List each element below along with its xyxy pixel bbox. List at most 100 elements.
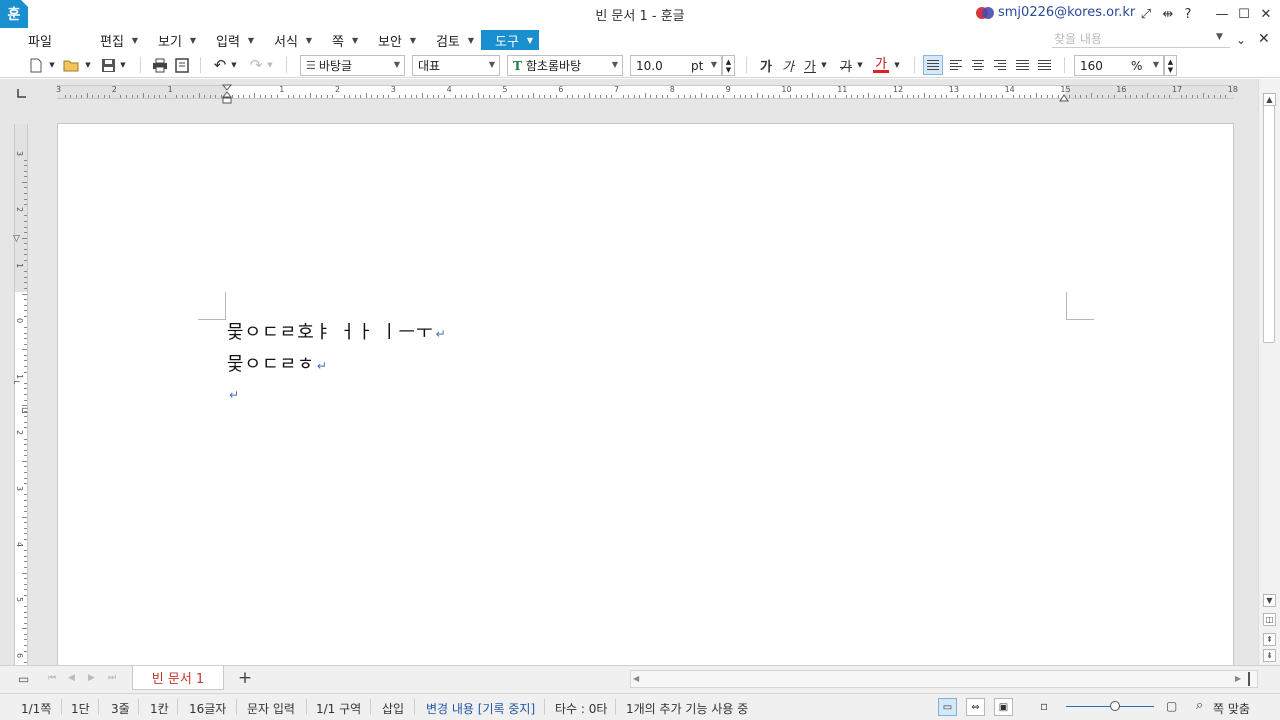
zoom-slider-handle[interactable] <box>1110 701 1120 711</box>
document-line[interactable]: ↵ <box>227 383 240 404</box>
vertical-scrollbar[interactable]: ▲ ▼ ◫ ⇞ ⇟ <box>1258 79 1280 665</box>
user-email[interactable]: smj0226@kores.or.kr <box>998 5 1135 20</box>
ruler-corner-icon[interactable] <box>14 86 28 100</box>
stepper-down-icon[interactable]: ▼ <box>726 66 731 74</box>
next-page-icon[interactable]: ⇟ <box>1263 649 1276 662</box>
stepper-up-icon[interactable]: ▲ <box>1168 58 1173 66</box>
menu-security[interactable]: 보안 ▼ <box>378 30 416 50</box>
split-view-icon[interactable]: ⇹ <box>1160 6 1176 22</box>
status-track-changes[interactable]: 변경 내용 [기록 중지] <box>426 700 535 717</box>
undo-icon[interactable]: ↶ <box>210 55 230 75</box>
full-page-view-button[interactable]: ▣ <box>994 698 1013 716</box>
status-insert-mode[interactable]: 삽입 <box>382 700 404 717</box>
app-logo-icon[interactable]: 훈 <box>0 0 28 28</box>
chevron-down-icon[interactable]: ▼ <box>84 55 92 75</box>
ribbon-collapse-icon[interactable]: ⌄ <box>1236 33 1246 47</box>
add-tab-button[interactable]: + <box>236 668 254 688</box>
page-view-icon[interactable]: ◫ <box>1263 613 1276 626</box>
open-folder-icon[interactable] <box>62 55 82 75</box>
previous-page-icon[interactable]: ⇞ <box>1263 633 1276 646</box>
vertical-ruler[interactable]: 3210123456 <box>14 124 28 665</box>
fit-page-button[interactable]: 쪽 맞춤 <box>1213 700 1250 717</box>
close-icon[interactable]: ✕ <box>1258 6 1274 22</box>
strikethrough-button[interactable]: 가 <box>838 55 854 75</box>
minimize-icon[interactable]: — <box>1214 6 1230 22</box>
find-input[interactable]: 찾을 내용 <box>1052 30 1230 48</box>
chevron-down-icon[interactable]: ▼ <box>893 55 901 75</box>
italic-button[interactable]: 가 <box>780 55 796 75</box>
first-tab-icon[interactable]: ⏮ <box>48 673 56 683</box>
align-center-button[interactable] <box>968 55 988 75</box>
zoom-in-icon[interactable]: ▢ <box>1166 699 1177 713</box>
row-marker-icon[interactable]: ⊏ <box>21 406 31 418</box>
fullscreen-icon[interactable]: ⤢ <box>1138 6 1154 22</box>
menu-page[interactable]: 쪽 ▼ <box>332 30 358 50</box>
menu-insert[interactable]: 입력 ▼ <box>216 30 254 50</box>
zoom-select[interactable]: 160 % ▼ <box>1074 55 1164 76</box>
print-preview-icon[interactable] <box>172 55 192 75</box>
align-justify-button[interactable] <box>923 55 943 75</box>
menu-tools[interactable]: 도구 ▼ <box>481 30 540 50</box>
chevron-down-icon[interactable]: ▼ <box>266 55 274 75</box>
new-document-icon[interactable] <box>28 55 44 75</box>
last-tab-icon[interactable]: ⏭ <box>108 673 116 683</box>
scrollbar-thumb[interactable] <box>1263 105 1275 343</box>
status-input-mode[interactable]: 문자 입력 <box>247 700 295 717</box>
help-icon[interactable]: ? <box>1180 6 1196 22</box>
font-select[interactable]: T 함초롬바탕 ▼ <box>507 55 623 76</box>
split-handle-icon[interactable] <box>1248 672 1254 686</box>
prev-tab-icon[interactable]: ◀ <box>68 673 75 683</box>
bold-button[interactable]: 가 <box>758 55 774 75</box>
normal-view-button[interactable]: ▭ <box>938 698 957 716</box>
tab-document[interactable]: 빈 문서 1 <box>132 666 224 690</box>
close-document-icon[interactable]: ✕ <box>1258 31 1270 47</box>
zoom-stepper[interactable]: ▲ ▼ <box>1164 55 1177 76</box>
horizontal-scrollbar[interactable]: ◀ ▶ <box>630 670 1258 688</box>
align-distribute-button[interactable] <box>1012 55 1032 75</box>
width-view-button[interactable]: ⇔ <box>966 698 985 716</box>
stepper-down-icon[interactable]: ▼ <box>1168 66 1173 74</box>
next-tab-icon[interactable]: ▶ <box>88 673 95 683</box>
stepper-up-icon[interactable]: ▲ <box>726 58 731 66</box>
align-right-button[interactable] <box>990 55 1010 75</box>
indent-marker-icon[interactable] <box>221 84 233 106</box>
status-page[interactable]: 1/1쪽 <box>21 700 51 717</box>
zoom-out-icon[interactable]: ▫ <box>1040 699 1048 713</box>
menu-view[interactable]: 보기 ▼ <box>158 30 196 50</box>
underline-button[interactable]: 가 <box>802 55 818 75</box>
print-icon[interactable] <box>150 55 170 75</box>
user-account[interactable]: smj0226@kores.or.kr <box>976 5 1135 20</box>
horizontal-ruler[interactable]: 3 2 1 1 2 3 4 5 6 7 8 9 10 11 12 13 14 15 16 17 18 <box>56 85 1238 99</box>
right-indent-marker-icon[interactable] <box>1059 92 1069 102</box>
menu-edit[interactable]: 편집 ▼ <box>100 30 138 50</box>
status-addons[interactable]: 1개의 추가 기능 사용 중 <box>626 700 748 717</box>
tab-list-icon[interactable]: ▭ <box>18 672 29 686</box>
top-margin-marker-icon[interactable]: ▽ <box>13 234 23 246</box>
font-size-stepper[interactable]: ▲ ▼ <box>722 55 735 76</box>
chevron-down-icon[interactable]: ▼ <box>820 55 828 75</box>
document-line[interactable]: 뭋ㅇㄷㄹㅎ ↵ <box>227 350 328 376</box>
align-divide-button[interactable] <box>1034 55 1054 75</box>
save-icon[interactable] <box>99 55 117 75</box>
chevron-down-icon[interactable]: ▼ <box>856 55 864 75</box>
menu-review[interactable]: 검토 ▼ <box>436 30 474 50</box>
scroll-right-icon[interactable]: ▶ <box>1235 674 1241 683</box>
scroll-left-icon[interactable]: ◀ <box>633 674 639 683</box>
chevron-down-icon[interactable]: ▼ <box>48 55 56 75</box>
menu-file[interactable]: 파일 <box>28 30 52 50</box>
chevron-down-icon[interactable]: ▼ <box>230 55 238 75</box>
style-select[interactable]: ☰ 바탕글 ▼ <box>300 55 405 76</box>
search-icon[interactable]: ⌕ <box>1196 698 1203 713</box>
menu-format[interactable]: 서식 ▼ <box>274 30 312 50</box>
scroll-down-icon[interactable]: ▼ <box>1263 594 1276 607</box>
document-line[interactable]: 뭋ㅇㄷㄹ호ㅑ ㅓㅏ ㅣㅡㅜ ↵ <box>227 318 447 344</box>
language-select[interactable]: 대표 ▼ <box>412 55 500 76</box>
chevron-down-icon[interactable]: ▼ <box>119 55 127 75</box>
tab-marker-icon[interactable]: ⌐ <box>13 378 23 390</box>
maximize-icon[interactable]: ☐ <box>1236 6 1252 22</box>
font-size-select[interactable]: 10.0 pt ▼ <box>630 55 722 76</box>
chevron-down-icon[interactable]: ▼ <box>1216 32 1223 42</box>
redo-icon[interactable]: ↷ <box>246 55 266 75</box>
align-left-button[interactable] <box>946 55 966 75</box>
font-color-button[interactable]: 가 <box>873 55 889 73</box>
